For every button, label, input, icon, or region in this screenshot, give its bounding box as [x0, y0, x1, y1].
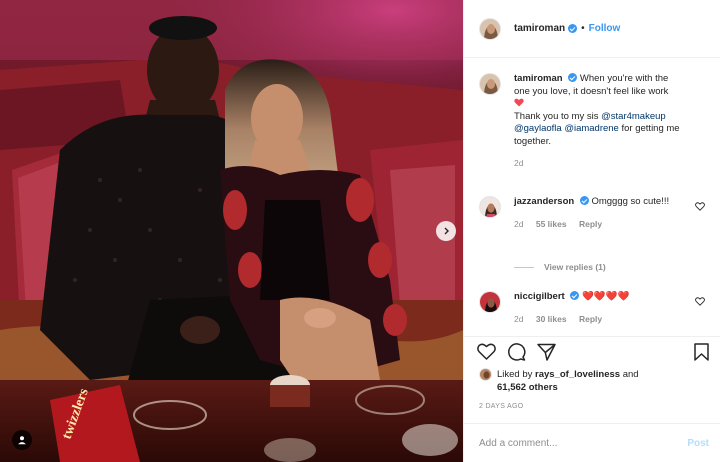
comment-input[interactable] — [479, 437, 688, 449]
comment-body: niccigilbert ❤️❤️❤️❤️ 2d 30 likes Reply — [514, 291, 686, 325]
comment-likes[interactable]: 55 likes — [536, 219, 567, 229]
comments-section[interactable]: tamiroman When you're with the one you l… — [464, 59, 720, 336]
bookmark-icon[interactable] — [694, 343, 709, 364]
others-count[interactable]: 61,562 others — [497, 382, 558, 393]
verified-badge-icon — [568, 24, 578, 33]
action-icons — [477, 343, 556, 364]
comment-text: ❤️❤️❤️❤️ — [581, 291, 630, 302]
reply-button[interactable]: Reply — [579, 314, 602, 324]
view-replies-label: View replies (1) — [544, 262, 606, 272]
avatar[interactable] — [479, 368, 492, 381]
comment-username[interactable]: niccigilbert — [514, 291, 565, 302]
comment-username[interactable]: jazzanderson — [514, 196, 574, 207]
verified-badge-icon — [579, 196, 589, 205]
divider-line — [514, 266, 534, 268]
red-heart-emoji-icon — [514, 98, 524, 107]
comment-item: niccigilbert ❤️❤️❤️❤️ 2d 30 likes Reply — [479, 291, 709, 325]
add-comment-bar: Post — [464, 423, 720, 462]
avatar-image — [480, 74, 500, 94]
post-side-panel: tamiroman • Follow tamiroman When you're… — [463, 0, 720, 462]
avatar[interactable] — [479, 291, 501, 313]
comment-age[interactable]: 2d — [514, 314, 523, 324]
post-comment-button[interactable]: Post — [687, 438, 709, 449]
tagged-users-button[interactable] — [12, 430, 32, 450]
header-username[interactable]: tamiroman — [514, 23, 565, 34]
comment-age[interactable]: 2d — [514, 219, 523, 229]
comment-icon[interactable] — [507, 343, 526, 364]
caption-meta: 2d — [514, 157, 686, 170]
like-comment-heart-icon[interactable] — [695, 297, 705, 309]
liked-by-user[interactable]: rays_of_loveliness — [535, 369, 620, 380]
avatar[interactable] — [479, 196, 501, 218]
separator-dot: • — [581, 23, 585, 34]
avatar[interactable] — [479, 17, 501, 40]
follow-button[interactable]: Follow — [589, 23, 621, 34]
post-actions: Liked by rays_of_loveliness and 61,562 o… — [464, 336, 720, 433]
caption-body: tamiroman When you're with the one you l… — [514, 73, 686, 170]
liked-by: Liked by rays_of_loveliness and 61,562 o… — [479, 368, 639, 394]
comment-body: jazzanderson Omgggg so cute!!! 2d 55 lik… — [514, 196, 686, 230]
verified-badge-icon — [570, 291, 580, 300]
comment-meta: 2d 55 likes Reply — [514, 218, 686, 231]
post-photo[interactable]: twizzlers — [0, 0, 463, 462]
avatar-image — [480, 369, 491, 380]
mention-link[interactable]: @iamadrene — [564, 123, 619, 134]
liked-by-text: Liked by rays_of_loveliness and 61,562 o… — [497, 368, 639, 394]
avatar-image — [480, 292, 500, 312]
caption: tamiroman When you're with the one you l… — [479, 73, 709, 170]
reply-button[interactable]: Reply — [579, 219, 602, 229]
post-time[interactable]: 2 DAYS AGO — [479, 403, 524, 410]
avatar-image — [480, 197, 500, 217]
liked-by-and: and — [622, 369, 639, 380]
view-replies-button[interactable]: View replies (1) — [514, 262, 606, 272]
comment-item: jazzanderson Omgggg so cute!!! 2d 55 lik… — [479, 196, 709, 230]
mention-link[interactable]: @gaylaofla — [514, 123, 562, 134]
caption-text-2: Thank you to my sis — [514, 110, 599, 122]
comment-meta: 2d 30 likes Reply — [514, 313, 686, 326]
user-tag-icon — [18, 436, 26, 445]
comment-likes[interactable]: 30 likes — [536, 314, 567, 324]
share-icon[interactable] — [537, 343, 556, 364]
caption-username[interactable]: tamiroman — [514, 73, 563, 84]
liked-by-prefix: Liked by — [497, 369, 533, 380]
chevron-right-icon — [444, 227, 449, 235]
like-comment-heart-icon[interactable] — [695, 202, 705, 214]
verified-badge-icon — [568, 73, 578, 82]
avatar-image — [480, 18, 500, 39]
instagram-post: twizzlers tamiroman • Follow tamiroman W… — [0, 0, 720, 462]
mention-link[interactable]: @star4makeup — [601, 111, 666, 122]
comment-text: Omgggg so cute!!! — [591, 196, 670, 207]
heart-icon[interactable] — [477, 343, 496, 364]
photo-illustration: twizzlers — [0, 0, 463, 462]
avatar[interactable] — [479, 73, 501, 95]
next-photo-button[interactable] — [436, 221, 456, 241]
post-header: tamiroman • Follow — [464, 0, 720, 58]
caption-age[interactable]: 2d — [514, 158, 523, 168]
